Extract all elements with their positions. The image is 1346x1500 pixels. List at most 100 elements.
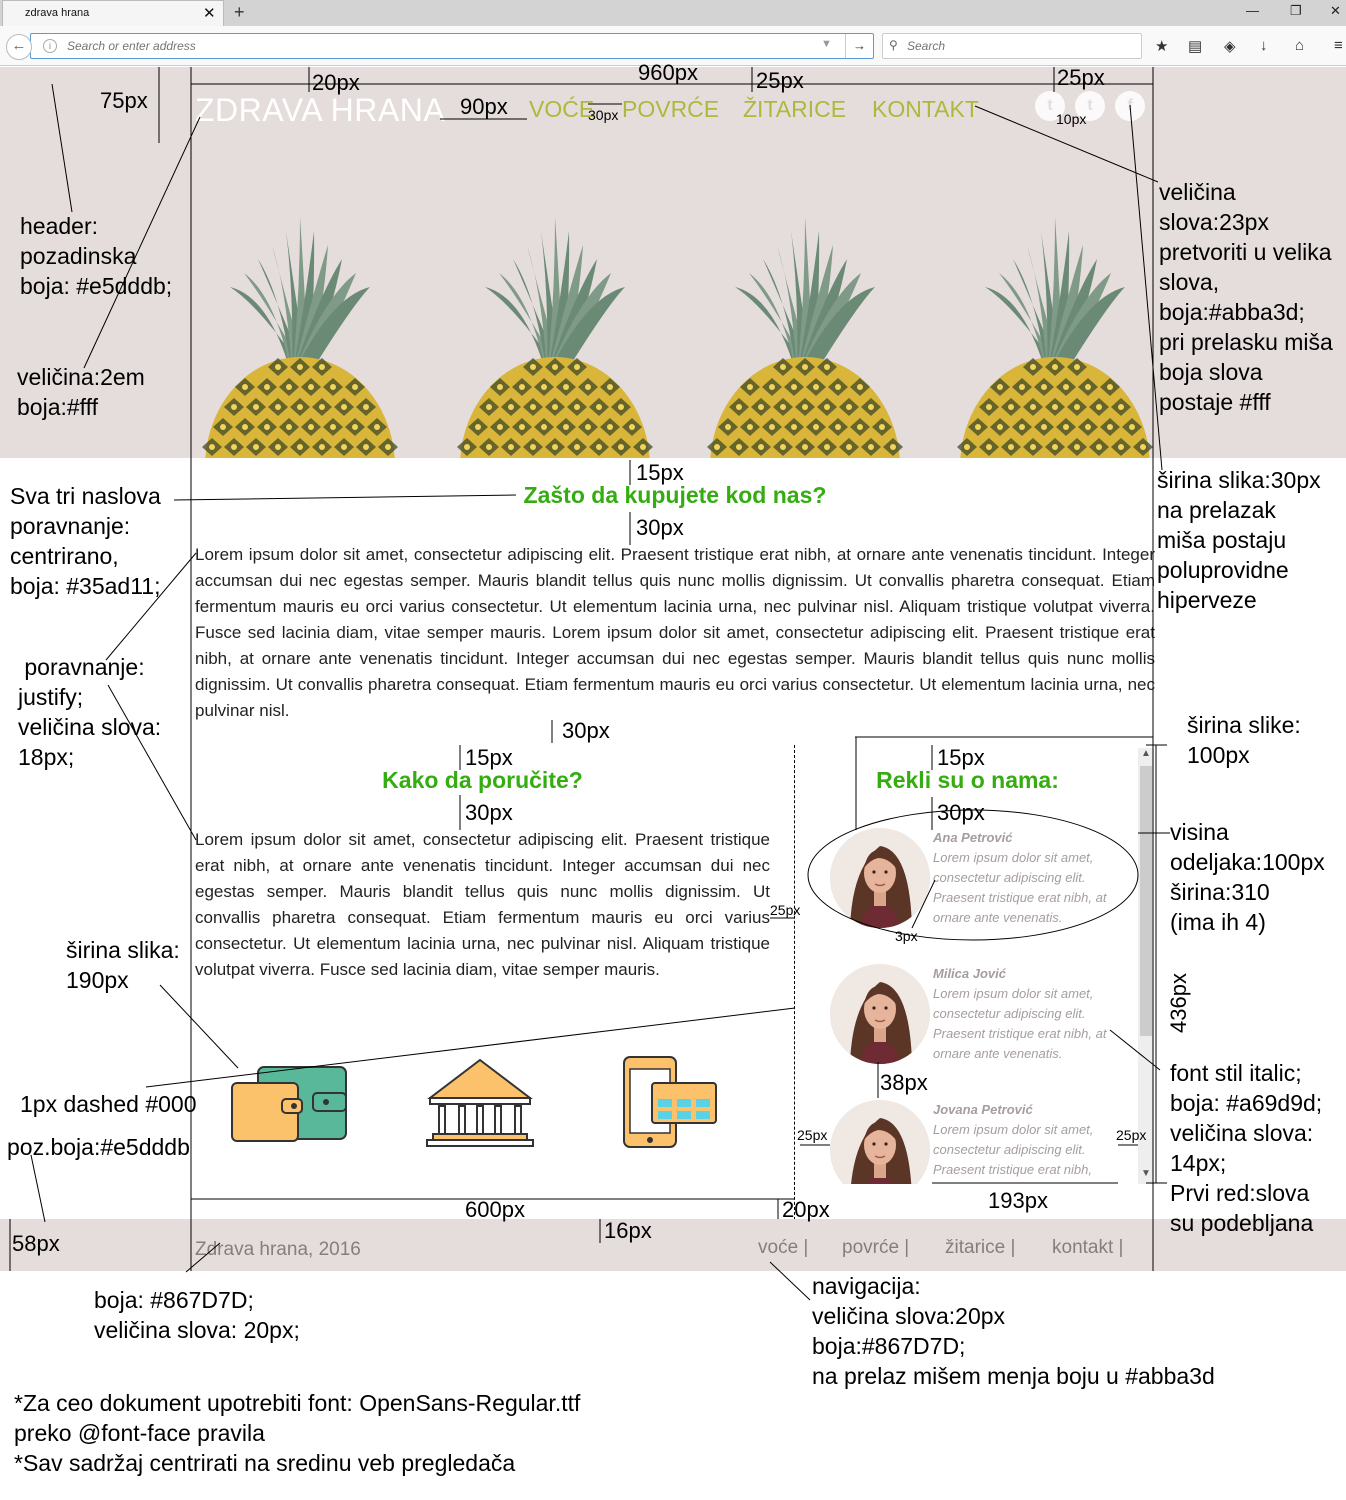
minimize-icon[interactable]: — — [1246, 3, 1259, 18]
testimonial-item: Milica Jović Lorem ipsum dolor sit amet,… — [830, 964, 1130, 1064]
search-box[interactable]: ⚲ — [882, 33, 1142, 59]
mobile-payment-icon — [623, 1056, 717, 1148]
testimonial-item: Jovana Petrović Lorem ipsum dolor sit am… — [830, 1100, 1130, 1184]
row-note: visina odeljaka:100px širina:310 (ima ih… — [1170, 819, 1325, 935]
dim-25a: 25px — [756, 68, 804, 93]
dim-10: 10px — [1056, 111, 1087, 127]
dim-3: 3px — [895, 928, 918, 944]
footer-copyright: Zdrava hrana, 2016 — [195, 1239, 361, 1260]
menu-icon[interactable]: ≡ — [1334, 37, 1343, 54]
dim-25c: 25px — [770, 902, 801, 918]
footer-link-kontakt[interactable]: kontakt | — [1052, 1237, 1123, 1259]
dim-90: 90px — [460, 94, 508, 119]
testimonial-text: Lorem ipsum dolor sit amet, consectetur … — [933, 986, 1107, 1061]
footer-link-voce[interactable]: voće | — [758, 1237, 808, 1259]
image-width-note: širina slika: 190px — [66, 937, 180, 993]
dim-30b: 30px — [562, 718, 610, 743]
wallet-icon — [231, 1066, 347, 1142]
search-icon: ⚲ — [889, 38, 898, 52]
pineapple — [707, 217, 903, 458]
dim-38: 38px — [880, 1070, 928, 1095]
dim-58: 58px — [12, 1231, 60, 1256]
window-close-icon[interactable]: ✕ — [1330, 3, 1341, 19]
tab-bar: zdrava hrana ✕ + — ❐ ✕ — [0, 0, 1346, 26]
nav-link-kontakt[interactable]: KONTAKT — [872, 96, 979, 123]
avatar — [830, 828, 930, 928]
dim-16: 16px — [604, 1218, 652, 1243]
order-paragraph: Lorem ipsum dolor sit amet, consectetur … — [195, 830, 770, 979]
testimonial-name: Milica Jović — [933, 966, 1006, 981]
pocket-icon[interactable]: ◈ — [1224, 37, 1236, 55]
avatar-note: širina slike: 100px — [1187, 712, 1301, 768]
pineapple — [202, 217, 398, 458]
new-tab-button[interactable]: + — [234, 2, 245, 23]
why-paragraph: Lorem ipsum dolor sit amet, consectetur … — [195, 545, 1155, 720]
dim-25d: 25px — [797, 1127, 828, 1143]
dim-15b: 15px — [465, 745, 513, 770]
dim-600: 600px — [465, 1197, 525, 1222]
dim-193: 193px — [988, 1188, 1048, 1213]
testimonial-name: Jovana Petrović — [933, 1102, 1033, 1117]
dashed-note: 1px dashed #000 — [20, 1091, 197, 1117]
facebook-icon[interactable]: f — [1115, 91, 1145, 121]
info-icon[interactable]: i — [43, 39, 57, 53]
avatar — [830, 1100, 930, 1184]
dim-75: 75px — [100, 88, 148, 113]
dim-15a: 15px — [636, 460, 684, 485]
nav-link-voce[interactable]: VOĆE — [529, 96, 594, 123]
pineapple — [957, 217, 1153, 458]
testimonial-text: Lorem ipsum dolor sit amet, consectetur … — [933, 850, 1107, 925]
browser-tab[interactable]: zdrava hrana ✕ — [2, 0, 224, 26]
section-title-why: Zašto da kupujete kod nas? — [523, 482, 827, 508]
tab-close-icon[interactable]: ✕ — [203, 4, 216, 22]
avatar — [830, 964, 930, 1064]
url-dropdown-icon[interactable]: ▼ — [821, 38, 832, 50]
nav-link-povrce[interactable]: POVRĆE — [622, 96, 719, 123]
tab-title: zdrava hrana — [25, 7, 90, 19]
social-note: širina slika:30px na prelazak miša posta… — [1157, 467, 1321, 613]
site-logo[interactable]: ZDRAVA HRANA — [195, 92, 445, 129]
search-input[interactable] — [907, 39, 1127, 53]
dim-30c: 30px — [465, 800, 513, 825]
footer-nav-note: navigacija: veličina slova:20px boja:#86… — [812, 1273, 1215, 1389]
testimonial-name: Ana Petrović — [933, 830, 1013, 845]
dim-30a: 30px — [636, 515, 684, 540]
dim-25e: 25px — [1116, 1127, 1147, 1143]
scroll-up-icon[interactable]: ▲ — [1141, 748, 1151, 759]
testimonials-scrollbar[interactable]: ▲ ▼ — [1138, 748, 1154, 1184]
restore-icon[interactable]: ❐ — [1290, 3, 1302, 19]
bookmark-star-icon[interactable]: ★ — [1155, 37, 1168, 55]
dim-30d: 30px — [937, 800, 985, 825]
url-input[interactable] — [67, 39, 807, 53]
dim-20: 20px — [312, 70, 360, 95]
dashed-divider — [794, 745, 795, 1220]
nav-link-zitarice[interactable]: ŽITARICE — [743, 96, 846, 123]
pineapple — [457, 217, 653, 458]
testimonial-item: Ana Petrović Lorem ipsum dolor sit amet,… — [830, 828, 1130, 928]
testimonial-body: Jovana Petrović Lorem ipsum dolor sit am… — [933, 1100, 1128, 1180]
download-icon[interactable]: ↓ — [1260, 37, 1268, 54]
titles-note: Sva tri naslova poravnanje: centrirano, … — [10, 483, 161, 599]
header-note: header: pozadinska boja: #e5dddb; — [20, 213, 173, 299]
back-button[interactable]: ← — [6, 34, 32, 60]
scroll-down-icon[interactable]: ▼ — [1141, 1168, 1151, 1179]
footer-link-povrce[interactable]: povrće | — [842, 1237, 909, 1259]
go-arrow-icon[interactable]: → — [845, 34, 873, 58]
footer-link-zitarice[interactable]: žitarice | — [945, 1237, 1015, 1259]
reading-list-icon[interactable]: ▤ — [1188, 37, 1202, 55]
nav-note: veličina slova:23px pretvoriti u velika … — [1159, 179, 1333, 415]
footer-bg-note: poz.boja:#e5dddb — [7, 1134, 190, 1160]
testimonial-body: Ana Petrović Lorem ipsum dolor sit amet,… — [933, 828, 1128, 928]
dim-30-small: 30px — [588, 107, 619, 123]
footer-copy-note: boja: #867D7D; veličina slova: 20px; — [94, 1287, 300, 1343]
home-icon[interactable]: ⌂ — [1295, 37, 1304, 54]
bottom-note: *Za ceo dokument upotrebiti font: OpenSa… — [14, 1390, 581, 1476]
dim-20b: 20px — [782, 1197, 830, 1222]
testimonial-body: Milica Jović Lorem ipsum dolor sit amet,… — [933, 964, 1128, 1064]
scroll-thumb[interactable] — [1140, 766, 1152, 1036]
section-title-order: Kako da poručite? — [382, 767, 583, 793]
dim-960: 960px — [638, 60, 698, 85]
bank-icon — [426, 1058, 534, 1147]
logo-note: veličina:2em boja:#fff — [17, 364, 145, 420]
address-bar[interactable]: i ▼ → — [30, 33, 874, 59]
